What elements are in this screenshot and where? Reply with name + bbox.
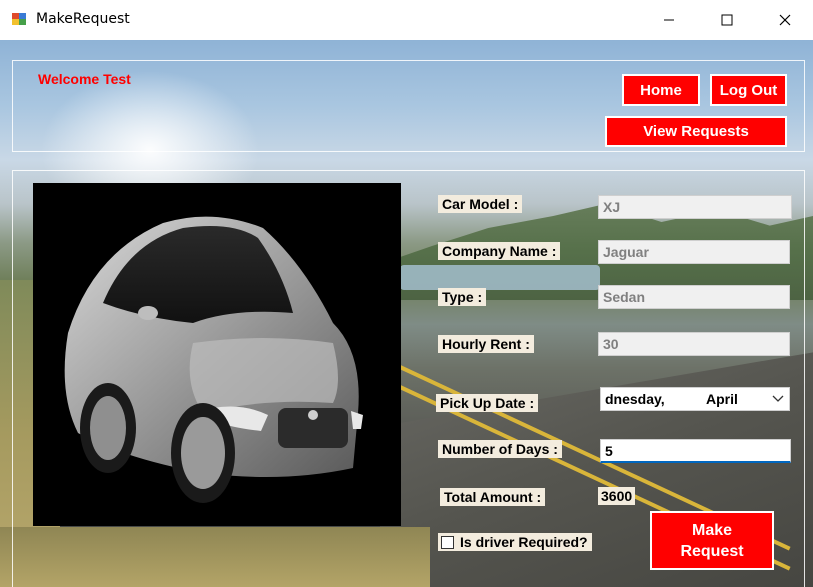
car-model-field[interactable]: XJ [598,195,792,219]
total-amount-value: 3600 [598,487,636,505]
hourly-rent-label: Hourly Rent : [438,335,534,353]
company-name-field[interactable]: Jaguar [598,240,790,264]
car-model-label: Car Model : [438,195,523,213]
make-request-line2: Request [680,542,744,560]
number-of-days-field[interactable]: 5 [600,439,791,463]
pickup-date-label: Pick Up Date : [436,394,539,412]
pickup-date-day: dnesday, [605,391,665,407]
maximize-button[interactable] [698,0,756,40]
logout-button[interactable]: Log Out [710,74,787,106]
total-amount-label: Total Amount : [440,488,546,506]
car-illustration [64,216,363,503]
driver-required-checkbox[interactable]: Is driver Required? [438,533,592,551]
pickup-date-month: April [706,391,738,407]
driver-required-label: Is driver Required? [460,534,588,550]
minimize-icon [664,19,674,21]
home-button[interactable]: Home [622,74,700,106]
view-requests-button[interactable]: View Requests [605,116,787,147]
close-icon [779,14,791,26]
number-of-days-label: Number of Days : [438,440,562,458]
minimize-button[interactable] [640,0,698,40]
car-image [33,183,401,526]
chevron-down-icon [772,395,784,402]
close-button[interactable] [756,0,813,40]
company-name-label: Company Name : [438,242,561,260]
maximize-icon [721,14,733,26]
make-request-line1: Make [691,521,733,539]
checkbox-box[interactable] [441,535,454,549]
window-title: MakeRequest [36,11,130,27]
type-field[interactable]: Sedan [598,285,790,309]
form-client-area: Welcome Test Home Log Out View Requests [0,40,813,587]
app-icon [12,13,26,25]
type-label: Type : [438,288,487,306]
hourly-rent-field[interactable]: 30 [598,332,790,356]
title-bar: MakeRequest [0,0,813,40]
pickup-date-picker[interactable]: dnesday, April [600,387,790,411]
make-request-button[interactable]: Make Request [650,511,774,570]
welcome-label: Welcome Test [38,71,131,87]
